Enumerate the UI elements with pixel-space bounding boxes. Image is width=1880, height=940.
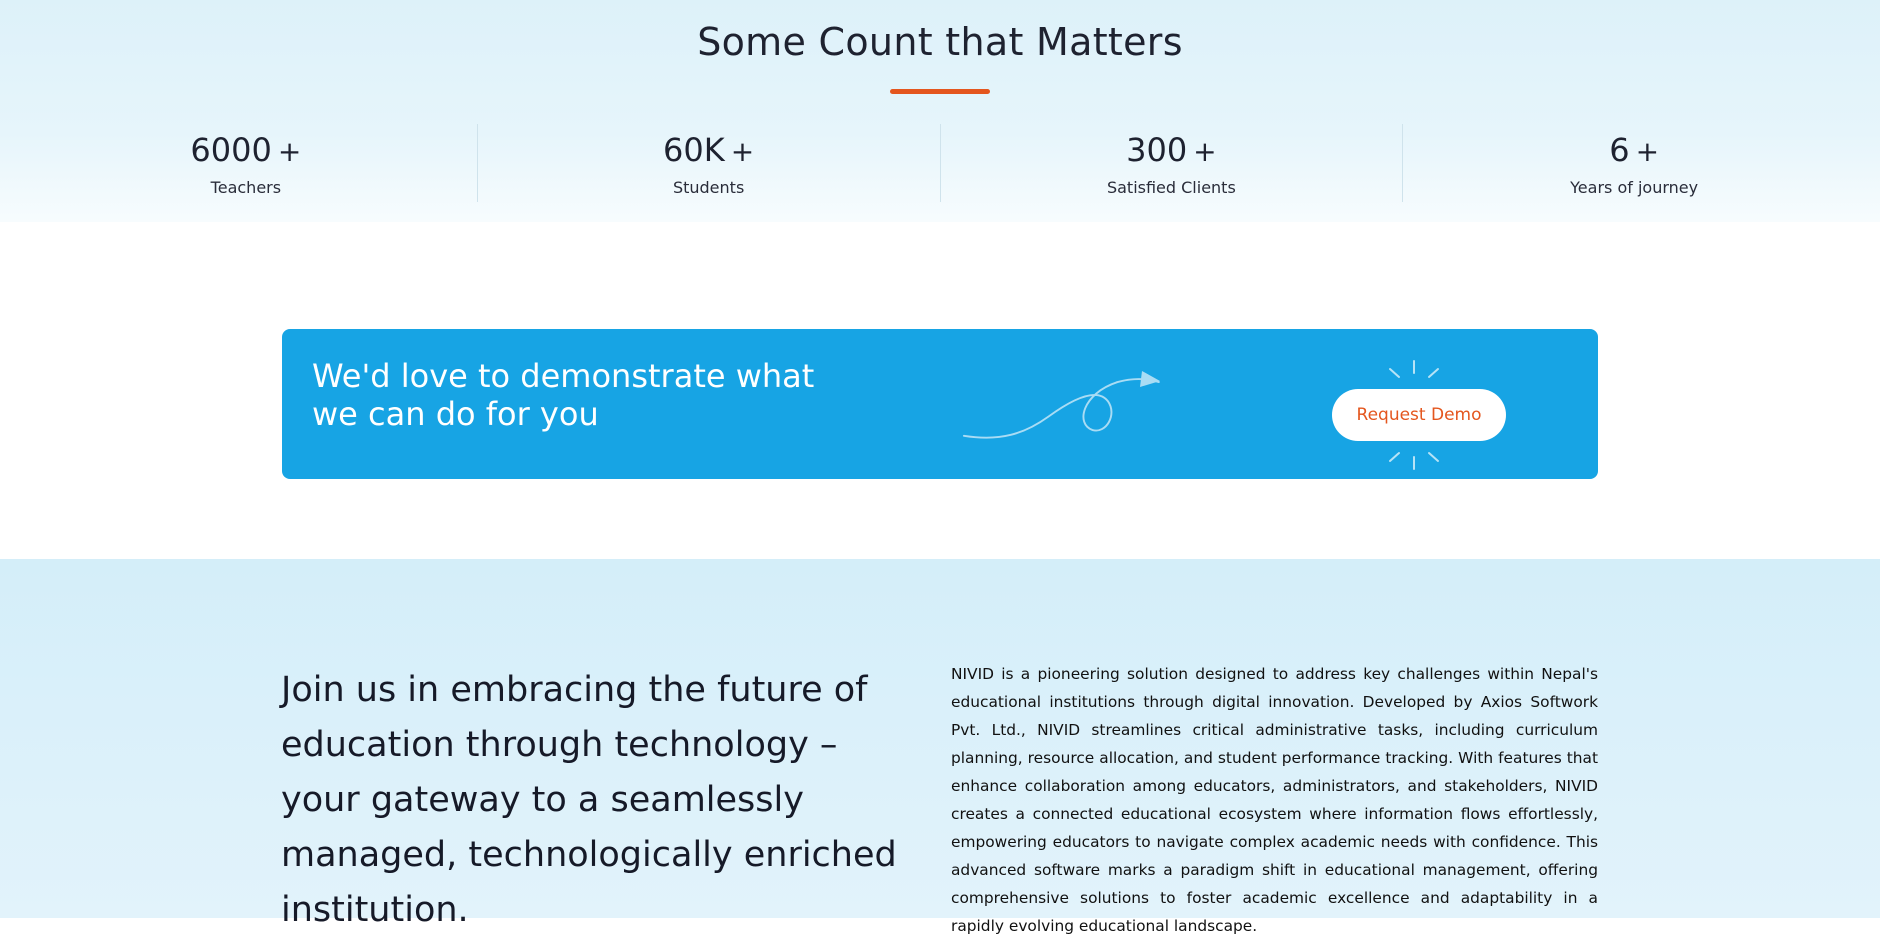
stats-section: Some Count that Matters 6000 + Teachers 6… [0,0,1880,222]
stat-satisfied-clients: 300 + Satisfied Clients [941,124,1404,202]
request-demo-button[interactable]: Request Demo [1332,389,1506,441]
demo-heading: We'd love to demonstrate what we can do … [312,357,815,433]
stat-number: 6000 [190,131,272,169]
stat-plus: + [277,135,302,168]
curly-arrow-icon [962,371,1160,439]
stat-number: 6 [1609,131,1630,169]
stats-row: 6000 + Teachers 60K + Students 300 + Satisf… [15,124,1865,202]
stat-teachers: 6000 + Teachers [15,124,478,202]
stat-label: Students [672,178,745,197]
stat-plus: + [1193,135,1217,168]
stat-number: 300 [1126,131,1188,169]
join-paragraph: NIVID is a pioneering solution designed … [951,665,1598,935]
stat-number: 60K [663,131,725,169]
join-heading: Join us in embracing the future of educa… [281,670,897,930]
stat-years-of-journey: 6 + Years of journey [1403,124,1865,202]
stat-label: Teachers [210,178,282,197]
stats-title: Some Count that Matters [697,20,1183,64]
demo-banner: We'd love to demonstrate what we can do … [282,329,1598,479]
stat-label: Years of journey [1570,178,1699,197]
stat-plus: + [730,135,755,168]
title-underline [890,89,990,94]
stat-plus: + [1635,135,1660,168]
join-section: Join us in embracing the future of educa… [0,559,1880,935]
stat-students: 60K + Students [478,124,941,202]
stat-label: Satisfied Clients [1106,178,1236,197]
